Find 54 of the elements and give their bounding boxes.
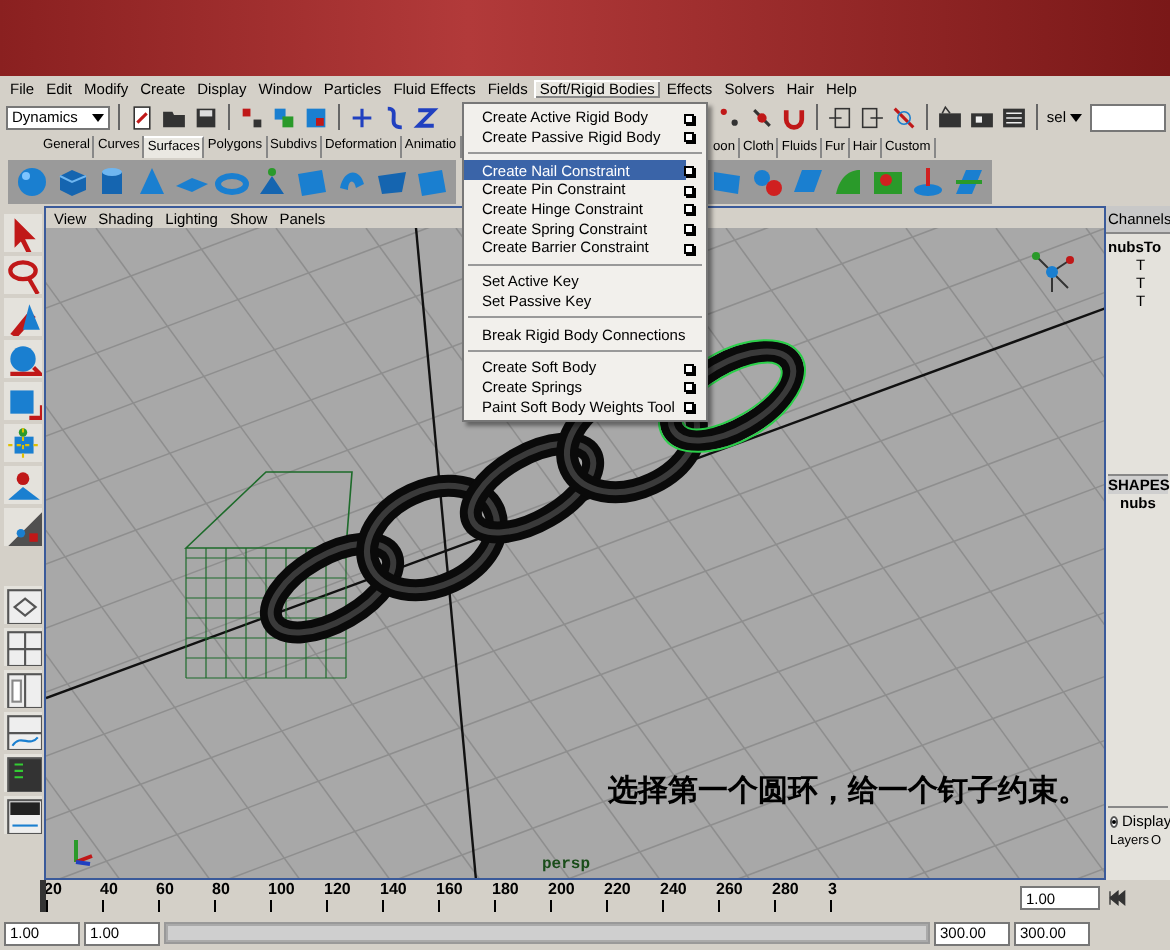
option-box-icon[interactable] (684, 401, 694, 412)
cube-icon[interactable] (54, 164, 90, 200)
frame-number: 220 (604, 880, 631, 898)
option-box-icon[interactable] (684, 243, 694, 254)
surface-snap-icon[interactable] (748, 103, 777, 131)
caption-text: 选择第一个圆环，给一个钉子约束。 (608, 772, 1088, 810)
single-view-layout-icon[interactable] (3, 586, 41, 624)
outliner-layout-icon[interactable] (3, 754, 41, 792)
torus-chain[interactable] (259, 339, 806, 644)
option-box-icon[interactable] (684, 204, 694, 215)
view-axis-icon (1028, 248, 1076, 296)
option-box-icon[interactable] (684, 113, 694, 123)
output-icon[interactable] (858, 103, 887, 131)
graph-layout-icon[interactable] (3, 712, 41, 750)
save-icon[interactable] (192, 103, 220, 131)
lasso-icon[interactable] (3, 256, 41, 294)
frame-number: 80 (212, 880, 230, 898)
selection-input-field[interactable] (1090, 103, 1166, 131)
document-icon[interactable] (128, 103, 156, 131)
option-box-icon[interactable] (684, 132, 694, 143)
frame-number: 240 (660, 880, 687, 898)
scale-pivot-icon[interactable] (3, 508, 41, 546)
input-icon[interactable] (826, 103, 855, 131)
display-radio[interactable] (1110, 815, 1118, 827)
two-view-layout-icon[interactable] (3, 670, 41, 708)
soft-modify-icon[interactable] (3, 466, 41, 504)
scale-tool-icon[interactable] (3, 382, 41, 420)
four-view-layout-icon[interactable] (3, 628, 41, 666)
frame-number: 200 (548, 880, 575, 898)
current-time-marker[interactable] (40, 880, 46, 912)
option-box-icon[interactable] (684, 224, 694, 234)
plus-icon[interactable] (348, 103, 376, 131)
frame-number: 3 (828, 880, 837, 898)
frame-number: 100 (268, 880, 295, 898)
frame-number: 280 (772, 880, 799, 898)
go-to-start-icon[interactable] (1106, 886, 1130, 910)
frame-number: 120 (324, 880, 351, 898)
frame-number: 140 (380, 880, 407, 898)
paint-brush-icon[interactable] (3, 298, 41, 336)
move-tool-icon[interactable] (3, 340, 41, 378)
frame-number: 160 (436, 880, 463, 898)
frame-number: 260 (716, 880, 743, 898)
manipulator-icon[interactable] (3, 424, 41, 462)
option-box-icon[interactable] (684, 363, 694, 373)
frame-number: 180 (492, 880, 519, 898)
camera-label: persp (542, 856, 591, 874)
option-box-icon[interactable] (684, 185, 694, 196)
option-box-icon[interactable] (684, 382, 694, 393)
frame-number: 40 (100, 880, 118, 898)
render-settings-icon[interactable] (1000, 103, 1029, 131)
frame-number: 60 (156, 880, 174, 898)
option-box-icon[interactable] (684, 165, 694, 176)
hypershade-layout-icon[interactable] (3, 796, 41, 834)
render-icon[interactable] (936, 103, 965, 131)
